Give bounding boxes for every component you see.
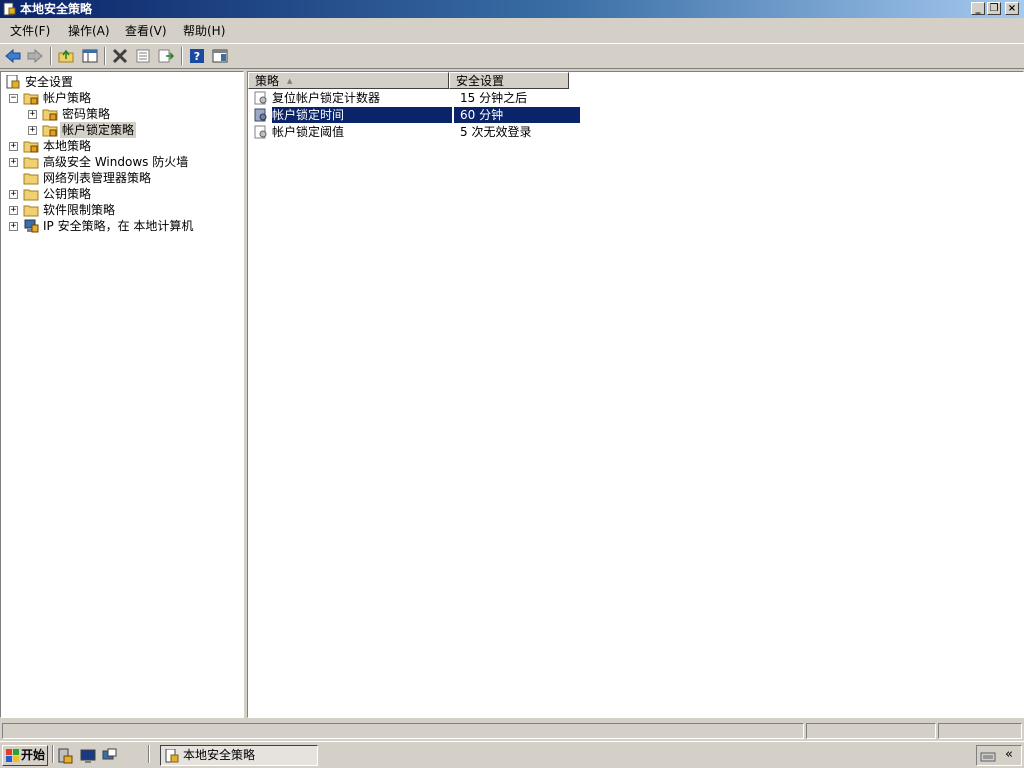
tree-label: 网络列表管理器策略	[43, 171, 152, 185]
taskbar-separator	[148, 745, 150, 763]
policy-name: 复位帐户锁定计数器	[272, 91, 381, 105]
tree-label: 安全设置	[25, 75, 74, 89]
expand-toggle[interactable]: +	[28, 126, 37, 135]
tray-expand-chevron-icon[interactable]: «	[1005, 747, 1013, 762]
policy-value: 15 分钟之后	[460, 91, 528, 105]
help-button[interactable]: ?	[187, 47, 207, 65]
minimize-button[interactable]: _	[971, 2, 985, 15]
svg-text:?: ?	[194, 50, 200, 63]
collapse-toggle[interactable]: −	[9, 94, 18, 103]
show-desktop-icon[interactable]	[102, 748, 118, 764]
policy-name: 帐户锁定时间	[272, 107, 452, 123]
security-policy-icon	[165, 749, 179, 763]
back-icon	[5, 49, 21, 63]
tree-label: 密码策略	[62, 107, 111, 121]
column-header-policy[interactable]: 策略 ▲	[248, 72, 449, 89]
folder-icon	[23, 205, 39, 217]
forward-button[interactable]	[25, 47, 45, 65]
up-one-level-button[interactable]	[56, 47, 76, 65]
expand-toggle[interactable]: +	[9, 142, 18, 151]
policy-setting-icon	[254, 91, 267, 105]
back-button[interactable]	[3, 47, 23, 65]
column-header-label: 策略	[255, 74, 280, 88]
policy-setting-icon	[254, 108, 267, 122]
locked-folder-icon	[42, 125, 58, 137]
expand-toggle[interactable]: +	[9, 206, 18, 215]
properties-button[interactable]	[133, 47, 153, 65]
console-view-button[interactable]	[210, 47, 230, 65]
server-manager-icon[interactable]	[58, 748, 74, 764]
status-bar	[0, 721, 1024, 741]
menu-action[interactable]: 操作(A)	[64, 23, 114, 40]
toolbar: ?	[0, 43, 1024, 69]
tree-label: IP 安全策略，在 本地计算机	[43, 219, 194, 233]
policy-value: 60 分钟	[454, 107, 580, 123]
expand-toggle[interactable]: +	[9, 158, 18, 167]
menu-file[interactable]: 文件(F)	[6, 23, 54, 40]
help-icon: ?	[190, 49, 204, 63]
window-title: 本地安全策略	[20, 2, 93, 16]
locked-folder-icon	[23, 141, 39, 153]
menu-view[interactable]: 查看(V)	[121, 23, 171, 40]
folder-icon	[23, 173, 39, 185]
locked-folder-icon	[42, 109, 58, 121]
close-button[interactable]: ×	[1005, 2, 1019, 15]
powershell-icon[interactable]	[80, 748, 96, 764]
folder-icon	[23, 189, 39, 201]
title-bar[interactable]: 本地安全策略 _ ❐ ×	[0, 0, 1024, 18]
tree-label-selected: 帐户锁定策略	[60, 122, 137, 138]
toolbar-separator	[104, 47, 106, 65]
policy-value: 5 次无效登录	[460, 125, 532, 139]
menu-bar: 文件(F) 操作(A) 查看(V) 帮助(H)	[0, 21, 1024, 42]
column-header-setting[interactable]: 安全设置	[449, 72, 569, 89]
tree-pane[interactable]: 安全设置 − 帐户策略 + 密码策略 + 帐户锁定策略 + 本地策略 + 高级安…	[0, 71, 244, 718]
toolbar-separator	[50, 47, 52, 65]
expand-toggle[interactable]: +	[9, 190, 18, 199]
folder-icon	[23, 157, 39, 169]
windows-logo-icon	[6, 749, 19, 762]
security-policy-icon	[3, 2, 16, 16]
export-list-icon	[158, 49, 174, 63]
taskbar: 开始 本地安全策略 «	[0, 741, 1024, 768]
console-view-icon	[212, 49, 228, 63]
properties-icon	[136, 49, 150, 63]
delete-button[interactable]	[110, 47, 130, 65]
expand-toggle[interactable]: +	[28, 110, 37, 119]
menu-help[interactable]: 帮助(H)	[179, 23, 229, 40]
up-folder-icon	[58, 49, 74, 63]
status-panel	[938, 723, 1022, 739]
tree-label: 高级安全 Windows 防火墙	[43, 155, 189, 169]
export-list-button[interactable]	[156, 47, 176, 65]
toolbar-separator	[181, 47, 183, 65]
security-settings-icon	[6, 75, 20, 89]
sort-ascending-icon: ▲	[287, 77, 293, 85]
start-label: 开始	[21, 748, 46, 762]
policy-name: 帐户锁定阈值	[272, 125, 345, 139]
taskbar-window-button[interactable]: 本地安全策略	[160, 745, 318, 766]
locked-folder-icon	[23, 93, 39, 105]
forward-icon	[27, 49, 43, 63]
column-header-label: 安全设置	[456, 74, 505, 88]
tree-label: 公钥策略	[43, 187, 92, 201]
restore-button[interactable]: ❐	[987, 2, 1001, 15]
ip-security-icon	[24, 219, 39, 233]
status-panel	[2, 723, 804, 739]
show-hide-tree-icon	[82, 49, 98, 63]
show-hide-tree-button[interactable]	[80, 47, 100, 65]
tree-label: 帐户策略	[43, 91, 92, 105]
taskbar-separator	[52, 745, 54, 763]
status-panel	[806, 723, 936, 739]
delete-icon	[112, 49, 128, 63]
system-tray: «	[976, 745, 1022, 766]
tree-label: 本地策略	[43, 139, 92, 153]
policy-setting-icon	[254, 125, 267, 139]
start-button[interactable]: 开始	[2, 745, 48, 766]
keyboard-icon[interactable]	[980, 749, 996, 763]
expand-toggle[interactable]: +	[9, 222, 18, 231]
details-pane[interactable]: 策略 ▲ 安全设置 复位帐户锁定计数器 15 分钟之后 帐户锁定时间 60 分钟…	[247, 71, 1024, 718]
tree-label: 软件限制策略	[43, 203, 116, 217]
taskbar-window-label: 本地安全策略	[183, 748, 256, 762]
